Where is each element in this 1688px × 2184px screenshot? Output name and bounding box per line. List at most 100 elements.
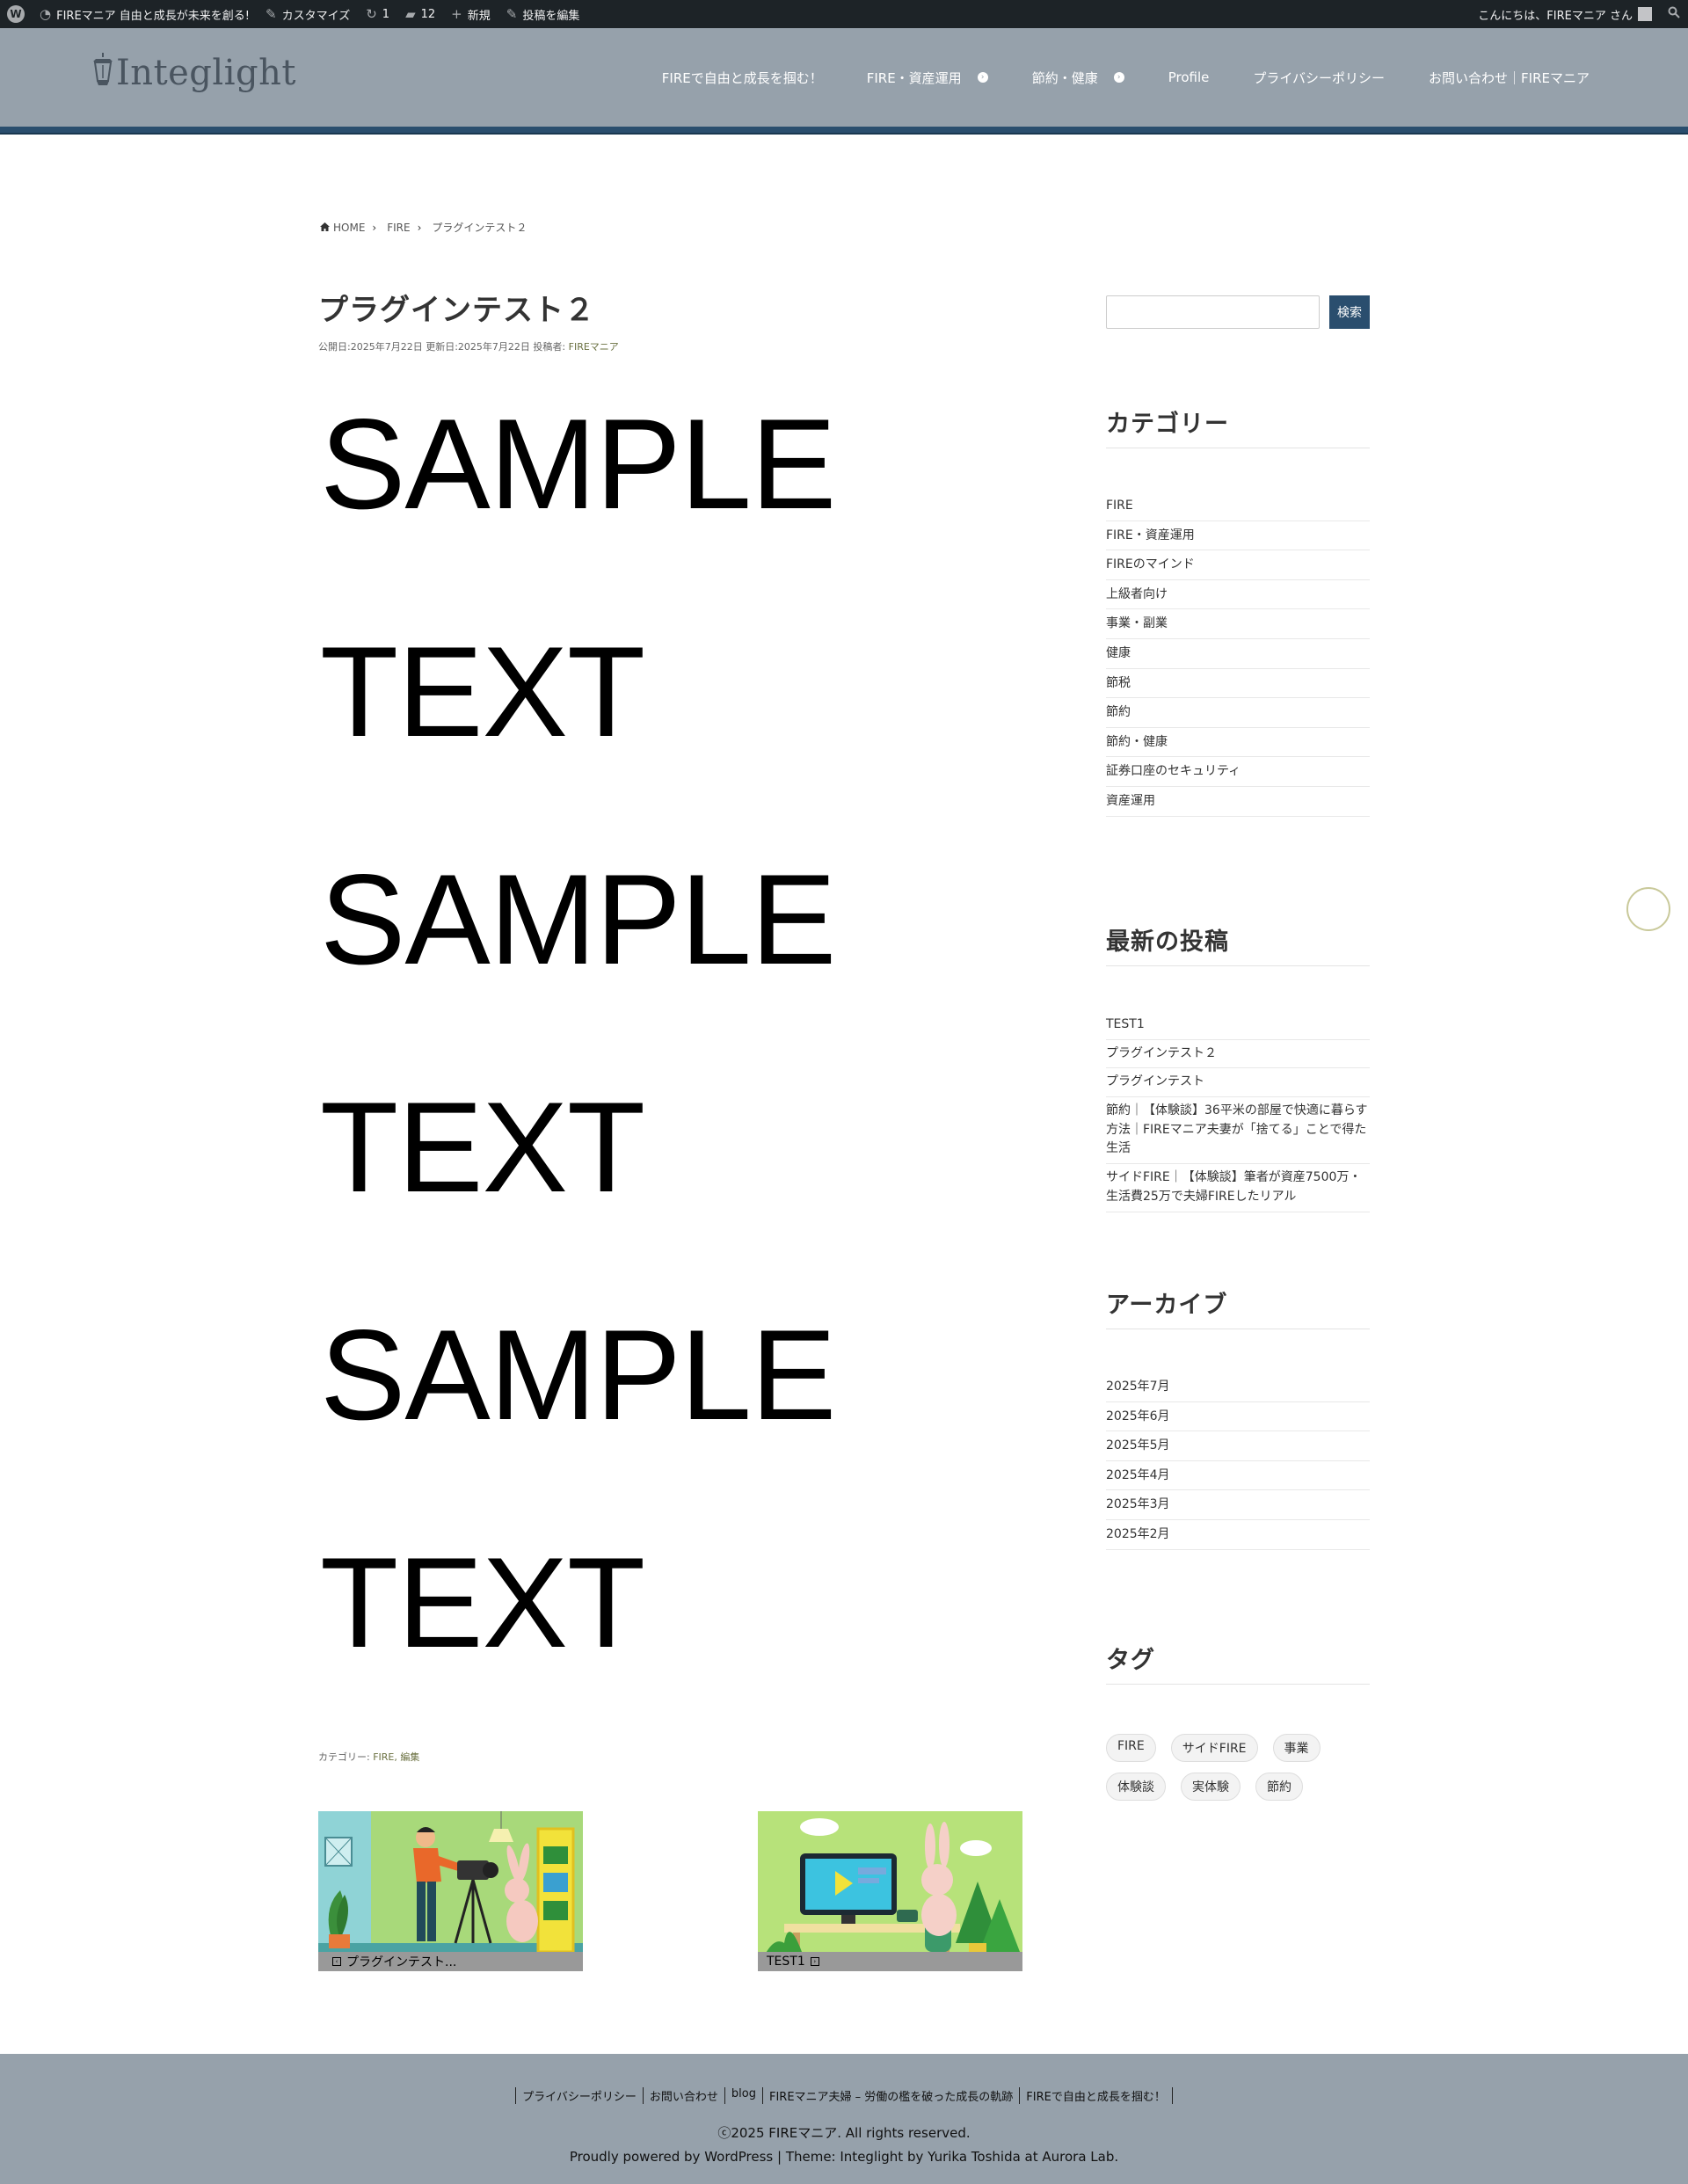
scroll-to-top-button[interactable]: [1626, 887, 1670, 931]
sidebar: 検索 カテゴリー FIRE FIRE・資産運用 FIREのマインド 上級者向け …: [1106, 295, 1370, 1801]
page-title: プラグインテスト２: [318, 293, 595, 328]
home-icon: [320, 222, 333, 234]
nav-item-fire-investment[interactable]: FIRE・資産運用 ›: [867, 69, 988, 87]
list-item[interactable]: 健康: [1106, 639, 1370, 669]
site-name-label: FIREマニア 自由と成長が未来を創る!: [56, 9, 250, 23]
list-item[interactable]: サイドFIRE｜【体験談】筆者が資産7500万・生活費25万で夫婦FIREしたリ…: [1106, 1164, 1370, 1212]
nav-item-contact[interactable]: お問い合わせ｜FIREマニア: [1429, 69, 1590, 87]
content-line: TEXT: [320, 1075, 645, 1219]
author-link[interactable]: FIREマニア: [569, 341, 619, 353]
nav-item-saving-health[interactable]: 節約・健康 ›: [1032, 69, 1124, 87]
list-item[interactable]: 2025年3月: [1106, 1490, 1370, 1520]
content-line: SAMPLE: [320, 848, 836, 991]
list-item[interactable]: プラグインテスト２: [1106, 1040, 1370, 1069]
breadcrumb-category[interactable]: FIRE: [387, 222, 410, 234]
site-logo[interactable]: Integlight: [90, 51, 296, 95]
comment-icon: ▰: [405, 5, 416, 22]
list-item[interactable]: FIRE: [1106, 498, 1370, 521]
list-item[interactable]: FIRE・資産運用: [1106, 521, 1370, 551]
tag-cloud: FIRE サイドFIRE 事業 体験談 実体験 節約: [1106, 1734, 1370, 1811]
admin-bar: W ◔ FIREマニア 自由と成長が未来を創る! ✎ カスタマイズ ↻ 1 ▰ …: [0, 0, 1688, 28]
admin-bar-new[interactable]: + 新規: [443, 0, 498, 28]
greeting-label: こんにちは、FIREマニア さん: [1478, 9, 1633, 23]
site-header: Integlight FIREで自由と成長を掴む！ FIRE・資産運用 › 節約・…: [0, 28, 1688, 127]
footer-nav: プライバシーポリシー お問い合わせ blog FIREマニア夫婦 – 労働の檻を…: [0, 2087, 1688, 2104]
nav-label: FIRE・資産運用: [866, 69, 962, 86]
admin-bar-site-name[interactable]: ◔ FIREマニア 自由と成長が未来を創る!: [32, 0, 258, 28]
list-item[interactable]: 節約・健康: [1106, 728, 1370, 758]
primary-nav: FIREで自由と成長を掴む！ FIRE・資産運用 › 節約・健康 › Profile…: [662, 28, 1590, 127]
article: プラグインテスト２ 公開日:2025年7月22日 更新日:2025年7月22日 …: [318, 286, 1022, 1971]
list-item[interactable]: 事業・副業: [1106, 609, 1370, 639]
tag[interactable]: 体験談: [1106, 1773, 1166, 1801]
chevron-down-icon[interactable]: ›: [977, 72, 988, 83]
tag[interactable]: 実体験: [1181, 1773, 1241, 1801]
breadcrumb: HOME › FIRE › プラグインテスト２: [320, 220, 527, 235]
published-date: 公開日:2025年7月22日: [318, 341, 423, 353]
archive-widget: アーカイブ 2025年7月 2025年6月 2025年5月 2025年4月 20…: [1106, 1285, 1370, 1550]
list-item[interactable]: 証券口座のセキュリティ: [1106, 757, 1370, 787]
list-item[interactable]: TEST1: [1106, 1016, 1370, 1040]
categories-links[interactable]: FIRE, 編集: [373, 1751, 419, 1763]
list-item[interactable]: プラグインテスト: [1106, 1068, 1370, 1098]
recent-posts-widget: 最新の投稿 TEST1 プラグインテスト２ プラグインテスト 節約｜【体験談】3…: [1106, 922, 1370, 1212]
admin-bar-customize[interactable]: ✎ カスタマイズ: [258, 0, 358, 28]
content-line: TEXT: [320, 1531, 645, 1674]
admin-bar-search[interactable]: [1660, 0, 1688, 28]
breadcrumb-category-label: FIRE: [387, 221, 411, 234]
post-content: SAMPLE TEXT SAMPLE TEXT SAMPLE TEXT: [318, 400, 1022, 1766]
tag[interactable]: FIRE: [1106, 1734, 1156, 1762]
admin-bar-updates[interactable]: ↻ 1: [358, 0, 397, 28]
nav-item-fire-freedom[interactable]: FIREで自由と成長を掴む！: [662, 69, 823, 87]
category-list: FIRE FIRE・資産運用 FIREのマインド 上級者向け 事業・副業 健康 …: [1106, 498, 1370, 817]
list-item[interactable]: 2025年2月: [1106, 1520, 1370, 1550]
content-line: TEXT: [320, 620, 645, 763]
tag[interactable]: 事業: [1272, 1734, 1321, 1762]
tag[interactable]: サイドFIRE: [1170, 1734, 1258, 1762]
nav-item-privacy[interactable]: プライバシーポリシー: [1253, 69, 1385, 87]
search-button[interactable]: 検索: [1329, 295, 1370, 329]
avatar: [1638, 7, 1652, 21]
breadcrumb-home[interactable]: HOME: [320, 222, 365, 234]
admin-bar-edit-post[interactable]: ✎ 投稿を編集: [498, 0, 588, 28]
breadcrumb-home-label: HOME: [333, 221, 366, 234]
list-item[interactable]: 節約: [1106, 698, 1370, 728]
updated-date: 更新日:2025年7月22日: [426, 341, 530, 353]
list-item[interactable]: 節税: [1106, 669, 1370, 699]
archive-list: 2025年7月 2025年6月 2025年5月 2025年4月 2025年3月 …: [1106, 1379, 1370, 1550]
list-item[interactable]: 2025年6月: [1106, 1402, 1370, 1432]
categories-widget: カテゴリー FIRE FIRE・資産運用 FIREのマインド 上級者向け 事業・…: [1106, 404, 1370, 817]
prev-post-thumbnail: [318, 1811, 583, 1971]
footer-link-contact[interactable]: お問い合わせ: [642, 2087, 724, 2104]
author-label: 投稿者:: [533, 341, 566, 353]
list-item[interactable]: 2025年7月: [1106, 1379, 1370, 1402]
list-item[interactable]: 2025年5月: [1106, 1431, 1370, 1461]
list-item[interactable]: 上級者向け: [1106, 580, 1370, 610]
footer-link-privacy[interactable]: プライバシーポリシー: [515, 2087, 643, 2104]
footer-link-about[interactable]: FIREマニア夫婦 – 労働の檻を破った成長の軌跡: [761, 2087, 1019, 2104]
footer-link-blog[interactable]: blog: [724, 2087, 762, 2104]
admin-bar-comments[interactable]: ▰ 12: [397, 0, 443, 28]
nav-label: お問い合わせ｜FIREマニア: [1429, 69, 1590, 86]
powered-by: Proudly powered by WordPress | Theme: In…: [569, 2149, 1119, 2165]
next-post-card[interactable]: TEST1 ›: [758, 1811, 1022, 1971]
prev-arrow-icon: ‹: [332, 1957, 341, 1966]
nav-label: FIREで自由と成長を掴む！: [661, 69, 823, 86]
prev-post-card[interactable]: ‹ プラグインテスト...: [318, 1811, 583, 1971]
chevron-down-icon[interactable]: ›: [1113, 72, 1124, 83]
list-item[interactable]: 節約｜【体験談】36平米の部屋で快適に暮らす方法｜FIREマニア夫妻が「捨てる」…: [1106, 1097, 1370, 1165]
admin-bar-account[interactable]: こんにちは、FIREマニア さん: [1470, 0, 1660, 28]
nav-item-profile[interactable]: Profile: [1168, 69, 1210, 85]
content-line: SAMPLE: [320, 392, 836, 535]
list-item[interactable]: 資産運用: [1106, 787, 1370, 817]
search-input[interactable]: [1106, 295, 1320, 329]
header-divider: [0, 127, 1688, 135]
updates-icon: ↻: [366, 5, 377, 22]
chevron-right-icon: ›: [372, 221, 377, 234]
list-item[interactable]: 2025年4月: [1106, 1461, 1370, 1491]
footer-link-fire[interactable]: FIREで自由と成長を掴む！: [1019, 2087, 1173, 2104]
tag[interactable]: 節約: [1255, 1773, 1303, 1801]
wordpress-logo-icon[interactable]: W: [0, 0, 32, 28]
new-label: 新規: [467, 9, 491, 23]
list-item[interactable]: FIREのマインド: [1106, 550, 1370, 580]
